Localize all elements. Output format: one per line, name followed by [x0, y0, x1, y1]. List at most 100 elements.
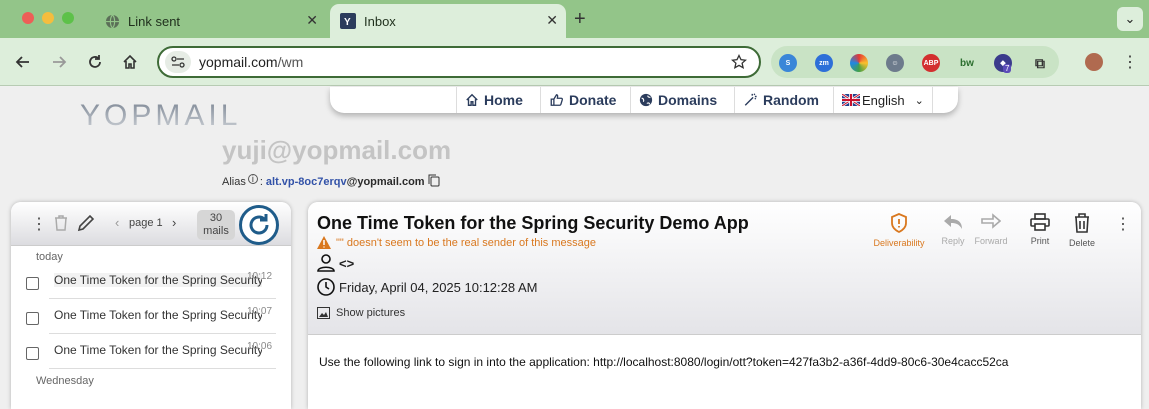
message-date: Friday, April 04, 2025 10:12:28 AM [317, 278, 538, 296]
alias-label: Alias [222, 176, 246, 188]
info-icon[interactable]: i [247, 174, 258, 184]
home-icon[interactable] [119, 51, 141, 73]
extensions-puzzle-icon[interactable]: ⧉ [1031, 54, 1049, 72]
globe-icon [639, 93, 653, 107]
next-page-icon[interactable]: › [172, 215, 176, 230]
trash-icon[interactable] [53, 214, 69, 237]
inbox-toolbar: ⋮ ‹ page 1 › 30 mails [11, 202, 291, 246]
message-body: Use the following link to sign in into t… [319, 355, 1009, 369]
extension-badge-count: 7 [1003, 64, 1012, 73]
maximize-window-button[interactable] [62, 12, 74, 24]
compose-pencil-icon[interactable] [77, 214, 95, 237]
mailbox-address: yuji@yopmail.com [222, 135, 452, 165]
close-window-button[interactable] [22, 12, 34, 24]
inbox-list-panel: ⋮ ‹ page 1 › 30 mails today One Time Tok… [11, 202, 291, 409]
mail-list-item[interactable]: One Time Token for the Spring Security D… [11, 335, 291, 369]
yopmail-favicon-icon: Y [340, 13, 356, 29]
message-more-icon[interactable]: ⋮ [1115, 214, 1131, 234]
url-text: yopmail.com/wm [199, 54, 304, 70]
printer-icon [1030, 213, 1050, 231]
uk-flag-icon [842, 94, 860, 106]
reply-icon [944, 215, 962, 229]
page-indicator: page 1 [129, 217, 163, 229]
browser-menu-icon[interactable]: ⋮ [1122, 52, 1138, 72]
day-group-label: today [36, 251, 63, 263]
mail-time: 10:12 [247, 271, 273, 282]
mail-list-item[interactable]: One Time Token for the Spring Security D… [11, 265, 291, 299]
forward-icon[interactable] [48, 51, 70, 73]
new-tab-icon[interactable]: + [574, 8, 586, 31]
bookmark-star-icon[interactable] [730, 53, 748, 75]
sender-warning: "" doesn't seem to be the real sender of… [317, 236, 596, 249]
more-options-icon[interactable]: ⋮ [31, 214, 47, 234]
delete-button[interactable]: Delete [1052, 213, 1112, 248]
user-icon [317, 254, 335, 272]
message-subject: One Time Token for the Spring Security D… [317, 213, 749, 233]
extensions-area: S zm ☺ ABP bw ◆ 7 ⧉ [771, 46, 1059, 78]
zoom-extension-icon[interactable]: zm [815, 54, 833, 72]
mail-subject: One Time Token for the Spring Security D… [54, 308, 262, 322]
mail-list-item[interactable]: One Time Token for the Spring Security D… [11, 300, 291, 334]
nav-donate[interactable]: Donate [540, 87, 624, 113]
deliverability-button[interactable]: Deliverability [869, 213, 929, 248]
address-bar[interactable]: yopmail.com/wm [157, 46, 761, 78]
mail-time: 10:06 [247, 341, 273, 352]
alias-row: Alias i : alt.vp-8oc7erqv @yopmail.com [222, 174, 440, 190]
home-icon [466, 93, 478, 106]
warning-icon [317, 236, 331, 249]
message-header: One Time Token for the Spring Security D… [308, 202, 1141, 335]
site-info-icon[interactable] [165, 51, 191, 73]
alias-domain: @yopmail.com [346, 176, 425, 188]
close-tab-icon[interactable]: ✕ [306, 12, 318, 29]
back-icon[interactable] [12, 51, 34, 73]
bw-extension-icon[interactable]: bw [958, 54, 976, 72]
mail-checkbox[interactable] [26, 347, 39, 360]
tab-title: Inbox [364, 13, 396, 29]
mail-subject: One Time Token for the Spring Security D… [54, 343, 262, 357]
shield-alert-icon [891, 213, 907, 234]
reload-icon[interactable] [84, 51, 106, 73]
thumbs-up-icon [550, 94, 564, 106]
forward-arrow-icon [981, 213, 1002, 229]
chevron-down-icon: ⌄ [914, 94, 924, 107]
close-tab-icon[interactable]: ✕ [546, 12, 558, 29]
site-navigation: Home Donate Domains Random English ⌄ [330, 87, 958, 113]
tab-title: Link sent [128, 13, 181, 29]
mail-checkbox[interactable] [26, 277, 39, 290]
show-pictures-link[interactable]: Show pictures [317, 307, 405, 319]
extension-s-icon[interactable]: S [779, 54, 797, 72]
previous-page-icon[interactable]: ‹ [115, 215, 119, 230]
color-picker-extension-icon[interactable] [850, 54, 868, 72]
copy-icon[interactable] [428, 174, 440, 190]
language-select[interactable]: English ⌄ [833, 87, 933, 113]
day-group-label: Wednesday [36, 375, 94, 387]
yopmail-logo[interactable]: YOPMAIL [80, 95, 260, 137]
browser-tab-bar: Link sent ✕ Y Inbox ✕ + ⌄ [0, 0, 1149, 38]
nav-random[interactable]: Random [734, 87, 827, 113]
image-icon [317, 307, 330, 319]
mail-subject: One Time Token for the Spring Security D… [54, 273, 262, 287]
mail-checkbox[interactable] [26, 312, 39, 325]
extension-face-icon[interactable]: ☺ [886, 54, 904, 72]
mail-time: 10:07 [247, 306, 273, 317]
message-from: <> [317, 254, 354, 272]
nav-home[interactable]: Home [456, 87, 531, 113]
clock-icon [317, 278, 335, 296]
refresh-button[interactable] [239, 205, 279, 245]
adblock-plus-icon[interactable]: ABP [922, 54, 940, 72]
tab-search-chevron-icon[interactable]: ⌄ [1117, 7, 1143, 31]
tab-link-sent[interactable]: Link sent ✕ [92, 4, 326, 38]
svg-text:YOPMAIL: YOPMAIL [80, 99, 241, 132]
alias-address-link[interactable]: alt.vp-8oc7erqv [266, 176, 347, 188]
minimize-window-button[interactable] [42, 12, 54, 24]
page-content: YOPMAIL Home Donate Domains Random Engli… [0, 87, 1149, 409]
nav-domains[interactable]: Domains [630, 87, 725, 113]
tab-inbox[interactable]: Y Inbox ✕ [330, 4, 566, 38]
globe-icon [104, 13, 120, 29]
refresh-icon [249, 214, 269, 235]
svg-text:Y: Y [344, 17, 351, 28]
trash-icon [1075, 213, 1089, 233]
message-panel: One Time Token for the Spring Security D… [308, 202, 1141, 409]
profile-avatar[interactable] [1085, 53, 1103, 71]
mail-count-badge: 30 mails [197, 210, 235, 240]
